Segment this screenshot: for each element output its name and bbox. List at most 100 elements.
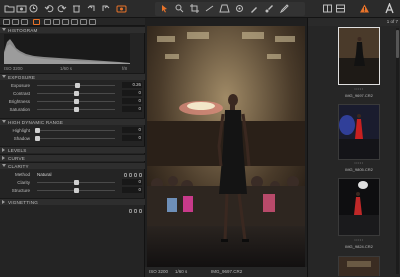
picker-icon[interactable] [249,3,260,14]
thumbnail-filename: IMG_9697.CR2 [345,93,373,98]
exposure-header[interactable]: EXPOSURE [0,73,145,88]
rating-stars[interactable]: ••••• [338,161,380,165]
slider-label: Clarity [17,180,30,185]
slider-value-field[interactable]: 0 [122,127,142,133]
slider-value-field[interactable]: 0 [122,179,142,185]
rating-stars[interactable]: ••••• [338,87,380,91]
thumbnail-1[interactable]: ••••• IMG_9697.CR2 [338,27,380,101]
slider-handle[interactable] [73,99,79,104]
collapse-caret-icon[interactable] [2,120,6,123]
browser-scrollbar[interactable] [396,28,399,274]
pan-icon[interactable] [159,3,170,14]
slider-value-field[interactable]: 0 [122,106,142,112]
slider-handle[interactable] [73,188,79,193]
thumbnail-image[interactable] [338,256,380,276]
help-icon[interactable] [129,209,132,213]
expand-caret-icon[interactable] [2,156,5,160]
viewer-filename: IMG_9697.CR2 [211,269,243,274]
collapse-caret-icon[interactable] [2,164,6,167]
history-icon[interactable] [28,3,39,14]
zoom-icon[interactable] [174,3,185,14]
reset-icon[interactable] [139,209,142,213]
image-viewer[interactable]: ISO 3200 1/60 s IMG_9697.CR2 [145,18,307,277]
slider-handle[interactable] [34,136,40,141]
thumbnail-2[interactable]: ••••• IMG_9805.CR2 [338,104,380,174]
expand-caret-icon[interactable] [2,148,5,152]
folder-icon[interactable] [4,3,15,14]
scrollbar-thumb[interactable] [396,30,399,58]
levels-header[interactable]: LEVELS [0,146,145,161]
thumbnail-4[interactable] [338,256,380,276]
camera-icon[interactable] [16,3,27,14]
tab-local-adjustments[interactable] [62,19,69,25]
slider-handle[interactable] [34,128,40,133]
slider-handle[interactable] [73,180,79,185]
slider-handle[interactable] [75,83,81,88]
thumbnail-image[interactable] [338,104,380,160]
tab-color[interactable] [44,19,51,25]
grid-icon[interactable] [322,3,333,14]
spot-icon[interactable] [234,3,245,14]
tab-exposure[interactable] [33,19,40,25]
warning-icon[interactable] [359,3,370,14]
vignetting-header[interactable]: VIGNETTING [0,198,145,213]
tab-capture[interactable] [12,19,19,25]
contrast-slider-row: Contrast 0 [0,90,145,97]
copy-icon[interactable] [134,209,137,213]
method-select[interactable]: Natural [37,171,52,178]
keystone-icon[interactable] [219,3,230,14]
expand-caret-icon[interactable] [2,200,5,204]
redo-icon[interactable] [56,3,67,14]
tools-panel: HISTOGRAM ISO 3200 1/60 s f/8 EXPOSURE E… [0,26,145,277]
photo-preview[interactable] [147,26,305,277]
clarity-header[interactable]: CLARITY [0,162,145,177]
method-label: Method [14,172,30,177]
section-title: VIGNETTING [8,200,39,205]
rotate-right-icon[interactable] [100,3,111,14]
shadow-slider-row: Shadow 0 [0,135,145,142]
collapse-caret-icon[interactable] [2,75,6,78]
histogram-header[interactable]: HISTOGRAM [0,26,145,33]
hdr-header[interactable]: HIGH DYNAMIC RANGE [0,118,145,133]
straighten-icon[interactable] [204,3,215,14]
thumbnail-image[interactable] [338,178,380,236]
thumbnail-image[interactable] [338,27,380,85]
import-icon[interactable] [116,3,127,14]
histogram-iso: ISO 3200 [4,66,23,71]
brush-icon[interactable] [264,3,275,14]
layout-icon[interactable] [335,3,346,14]
rating-stars[interactable]: ••••• [338,238,380,242]
slider-value-field[interactable]: 0 [122,90,142,96]
histogram-aperture: f/8 [122,66,127,71]
slider-handle[interactable] [73,107,79,112]
slider-label: Brightness [8,99,30,104]
slider-handle[interactable] [73,91,79,96]
slider-value-field[interactable]: 0 [122,135,142,141]
rotate-left-icon[interactable] [86,3,97,14]
tab-library[interactable] [3,19,10,25]
tab-details[interactable] [53,19,60,25]
structure-slider-row: Structure 0 [0,187,145,194]
slider-value-field[interactable]: 0 [122,98,142,104]
undo-icon[interactable] [44,3,55,14]
slider-track[interactable] [37,130,115,131]
annotate-icon[interactable] [279,3,290,14]
slider-value-field[interactable]: 0 [122,187,142,193]
section-tools [127,148,142,161]
crop-icon[interactable] [189,3,200,14]
section-title: HIGH DYNAMIC RANGE [8,120,64,125]
section-tools [127,156,142,169]
thumbnail-3[interactable]: ••••• IMG_9824.CR2 [338,178,380,254]
collapse-caret-icon[interactable] [2,28,6,31]
curve-header[interactable]: CURVE [0,154,145,169]
export-icon[interactable] [384,3,395,14]
trash-icon[interactable] [71,3,82,14]
brightness-slider-row: Brightness 0 [0,98,145,105]
section-tools [122,164,142,177]
slider-value-field[interactable]: 0.26 [122,82,142,88]
tab-batch[interactable] [89,19,96,25]
tab-lens[interactable] [21,19,28,25]
tab-metadata[interactable] [71,19,78,25]
slider-track[interactable] [37,138,115,139]
tab-output[interactable] [80,19,87,25]
